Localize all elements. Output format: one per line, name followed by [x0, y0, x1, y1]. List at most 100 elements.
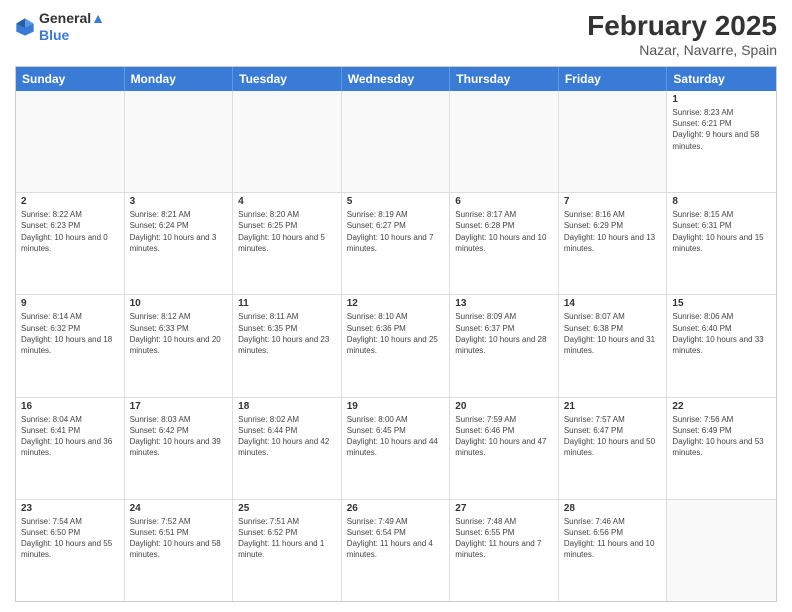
- day-info: Sunrise: 8:10 AM Sunset: 6:36 PM Dayligh…: [347, 311, 445, 356]
- calendar-header: SundayMondayTuesdayWednesdayThursdayFrid…: [16, 67, 776, 91]
- calendar-cell: 27 Sunrise: 7:48 AM Sunset: 6:55 PM Dayli…: [450, 500, 559, 601]
- day-number: 5: [347, 196, 445, 207]
- calendar-cell: 5 Sunrise: 8:19 AM Sunset: 6:27 PM Daylig…: [342, 193, 451, 294]
- day-number: 19: [347, 401, 445, 412]
- day-info: Sunrise: 8:00 AM Sunset: 6:45 PM Dayligh…: [347, 414, 445, 459]
- day-info: Sunrise: 7:57 AM Sunset: 6:47 PM Dayligh…: [564, 414, 662, 459]
- day-info: Sunrise: 7:51 AM Sunset: 6:52 PM Dayligh…: [238, 516, 336, 561]
- day-info: Sunrise: 8:02 AM Sunset: 6:44 PM Dayligh…: [238, 414, 336, 459]
- calendar-cell: [450, 91, 559, 192]
- day-number: 4: [238, 196, 336, 207]
- day-number: 1: [672, 94, 771, 105]
- calendar-cell: 15Sunrise: 8:06 AM Sunset: 6:40 PM Dayli…: [667, 295, 776, 396]
- calendar-cell: [16, 91, 125, 192]
- calendar-cell: 2 Sunrise: 8:22 AM Sunset: 6:23 PM Daylig…: [16, 193, 125, 294]
- day-number: 11: [238, 298, 336, 309]
- calendar-row: 2 Sunrise: 8:22 AM Sunset: 6:23 PM Daylig…: [16, 193, 776, 295]
- day-info: Sunrise: 7:49 AM Sunset: 6:54 PM Dayligh…: [347, 516, 445, 561]
- day-number: 27: [455, 503, 553, 514]
- logo-icon: [15, 17, 35, 37]
- day-info: Sunrise: 8:07 AM Sunset: 6:38 PM Dayligh…: [564, 311, 662, 356]
- calendar: SundayMondayTuesdayWednesdayThursdayFrid…: [15, 66, 777, 602]
- calendar-cell: 4 Sunrise: 8:20 AM Sunset: 6:25 PM Daylig…: [233, 193, 342, 294]
- calendar-cell: 16 Sunrise: 8:04 AM Sunset: 6:41 PM Dayli…: [16, 398, 125, 499]
- day-info: Sunrise: 7:48 AM Sunset: 6:55 PM Dayligh…: [455, 516, 553, 561]
- calendar-cell: 11 Sunrise: 8:11 AM Sunset: 6:35 PM Dayli…: [233, 295, 342, 396]
- day-info: Sunrise: 8:03 AM Sunset: 6:42 PM Dayligh…: [130, 414, 228, 459]
- calendar-cell: [233, 91, 342, 192]
- day-number: 26: [347, 503, 445, 514]
- day-info: Sunrise: 8:22 AM Sunset: 6:23 PM Dayligh…: [21, 209, 119, 254]
- day-number: 10: [130, 298, 228, 309]
- day-of-week-header: Thursday: [450, 67, 559, 91]
- title-block: February 2025 Nazar, Navarre, Spain: [587, 10, 777, 58]
- day-number: 8: [672, 196, 771, 207]
- day-info: Sunrise: 8:11 AM Sunset: 6:35 PM Dayligh…: [238, 311, 336, 356]
- location-subtitle: Nazar, Navarre, Spain: [587, 42, 777, 58]
- day-info: Sunrise: 8:15 AM Sunset: 6:31 PM Dayligh…: [672, 209, 771, 254]
- day-number: 6: [455, 196, 553, 207]
- day-of-week-header: Sunday: [16, 67, 125, 91]
- calendar-cell: 23Sunrise: 7:54 AM Sunset: 6:50 PM Dayli…: [16, 500, 125, 601]
- day-number: 21: [564, 401, 662, 412]
- calendar-cell: [125, 91, 234, 192]
- day-info: Sunrise: 8:12 AM Sunset: 6:33 PM Dayligh…: [130, 311, 228, 356]
- day-of-week-header: Friday: [559, 67, 668, 91]
- day-info: Sunrise: 7:54 AM Sunset: 6:50 PM Dayligh…: [21, 516, 119, 561]
- day-info: Sunrise: 8:16 AM Sunset: 6:29 PM Dayligh…: [564, 209, 662, 254]
- calendar-cell: 3 Sunrise: 8:21 AM Sunset: 6:24 PM Daylig…: [125, 193, 234, 294]
- day-info: Sunrise: 8:23 AM Sunset: 6:21 PM Dayligh…: [672, 107, 771, 152]
- day-number: 2: [21, 196, 119, 207]
- calendar-row: 9Sunrise: 8:14 AM Sunset: 6:32 PM Daylig…: [16, 295, 776, 397]
- day-info: Sunrise: 8:20 AM Sunset: 6:25 PM Dayligh…: [238, 209, 336, 254]
- day-info: Sunrise: 7:52 AM Sunset: 6:51 PM Dayligh…: [130, 516, 228, 561]
- calendar-cell: [342, 91, 451, 192]
- month-year-title: February 2025: [587, 10, 777, 42]
- day-info: Sunrise: 8:21 AM Sunset: 6:24 PM Dayligh…: [130, 209, 228, 254]
- day-of-week-header: Tuesday: [233, 67, 342, 91]
- day-number: 28: [564, 503, 662, 514]
- calendar-cell: 9Sunrise: 8:14 AM Sunset: 6:32 PM Daylig…: [16, 295, 125, 396]
- calendar-cell: 20 Sunrise: 7:59 AM Sunset: 6:46 PM Dayli…: [450, 398, 559, 499]
- calendar-cell: 26 Sunrise: 7:49 AM Sunset: 6:54 PM Dayli…: [342, 500, 451, 601]
- calendar-row: 23Sunrise: 7:54 AM Sunset: 6:50 PM Dayli…: [16, 500, 776, 601]
- calendar-cell: 25 Sunrise: 7:51 AM Sunset: 6:52 PM Dayli…: [233, 500, 342, 601]
- logo: General▲ Blue: [15, 10, 105, 44]
- day-number: 20: [455, 401, 553, 412]
- calendar-cell: 18 Sunrise: 8:02 AM Sunset: 6:44 PM Dayli…: [233, 398, 342, 499]
- day-number: 12: [347, 298, 445, 309]
- calendar-cell: [667, 500, 776, 601]
- day-number: 16: [21, 401, 119, 412]
- day-of-week-header: Saturday: [667, 67, 776, 91]
- calendar-cell: 6 Sunrise: 8:17 AM Sunset: 6:28 PM Daylig…: [450, 193, 559, 294]
- calendar-cell: 7 Sunrise: 8:16 AM Sunset: 6:29 PM Daylig…: [559, 193, 668, 294]
- day-number: 17: [130, 401, 228, 412]
- calendar-cell: 22 Sunrise: 7:56 AM Sunset: 6:49 PM Dayli…: [667, 398, 776, 499]
- day-info: Sunrise: 8:04 AM Sunset: 6:41 PM Dayligh…: [21, 414, 119, 459]
- day-info: Sunrise: 8:14 AM Sunset: 6:32 PM Dayligh…: [21, 311, 119, 356]
- day-number: 14: [564, 298, 662, 309]
- calendar-cell: 19 Sunrise: 8:00 AM Sunset: 6:45 PM Dayli…: [342, 398, 451, 499]
- calendar-cell: 21 Sunrise: 7:57 AM Sunset: 6:47 PM Dayli…: [559, 398, 668, 499]
- day-info: Sunrise: 8:09 AM Sunset: 6:37 PM Dayligh…: [455, 311, 553, 356]
- day-of-week-header: Monday: [125, 67, 234, 91]
- day-info: Sunrise: 8:17 AM Sunset: 6:28 PM Dayligh…: [455, 209, 553, 254]
- calendar-cell: 14 Sunrise: 8:07 AM Sunset: 6:38 PM Dayli…: [559, 295, 668, 396]
- calendar-cell: 1 Sunrise: 8:23 AM Sunset: 6:21 PM Daylig…: [667, 91, 776, 192]
- day-info: Sunrise: 7:59 AM Sunset: 6:46 PM Dayligh…: [455, 414, 553, 459]
- logo-text: General▲ Blue: [39, 10, 105, 44]
- calendar-cell: 12 Sunrise: 8:10 AM Sunset: 6:36 PM Dayli…: [342, 295, 451, 396]
- calendar-cell: [559, 91, 668, 192]
- calendar-cell: 8 Sunrise: 8:15 AM Sunset: 6:31 PM Daylig…: [667, 193, 776, 294]
- calendar-cell: 10 Sunrise: 8:12 AM Sunset: 6:33 PM Dayli…: [125, 295, 234, 396]
- day-number: 18: [238, 401, 336, 412]
- day-number: 7: [564, 196, 662, 207]
- day-of-week-header: Wednesday: [342, 67, 451, 91]
- day-info: Sunrise: 7:56 AM Sunset: 6:49 PM Dayligh…: [672, 414, 771, 459]
- day-number: 25: [238, 503, 336, 514]
- day-info: Sunrise: 8:19 AM Sunset: 6:27 PM Dayligh…: [347, 209, 445, 254]
- page-header: General▲ Blue February 2025 Nazar, Navar…: [15, 10, 777, 58]
- day-number: 22: [672, 401, 771, 412]
- day-number: 3: [130, 196, 228, 207]
- day-number: 15: [672, 298, 771, 309]
